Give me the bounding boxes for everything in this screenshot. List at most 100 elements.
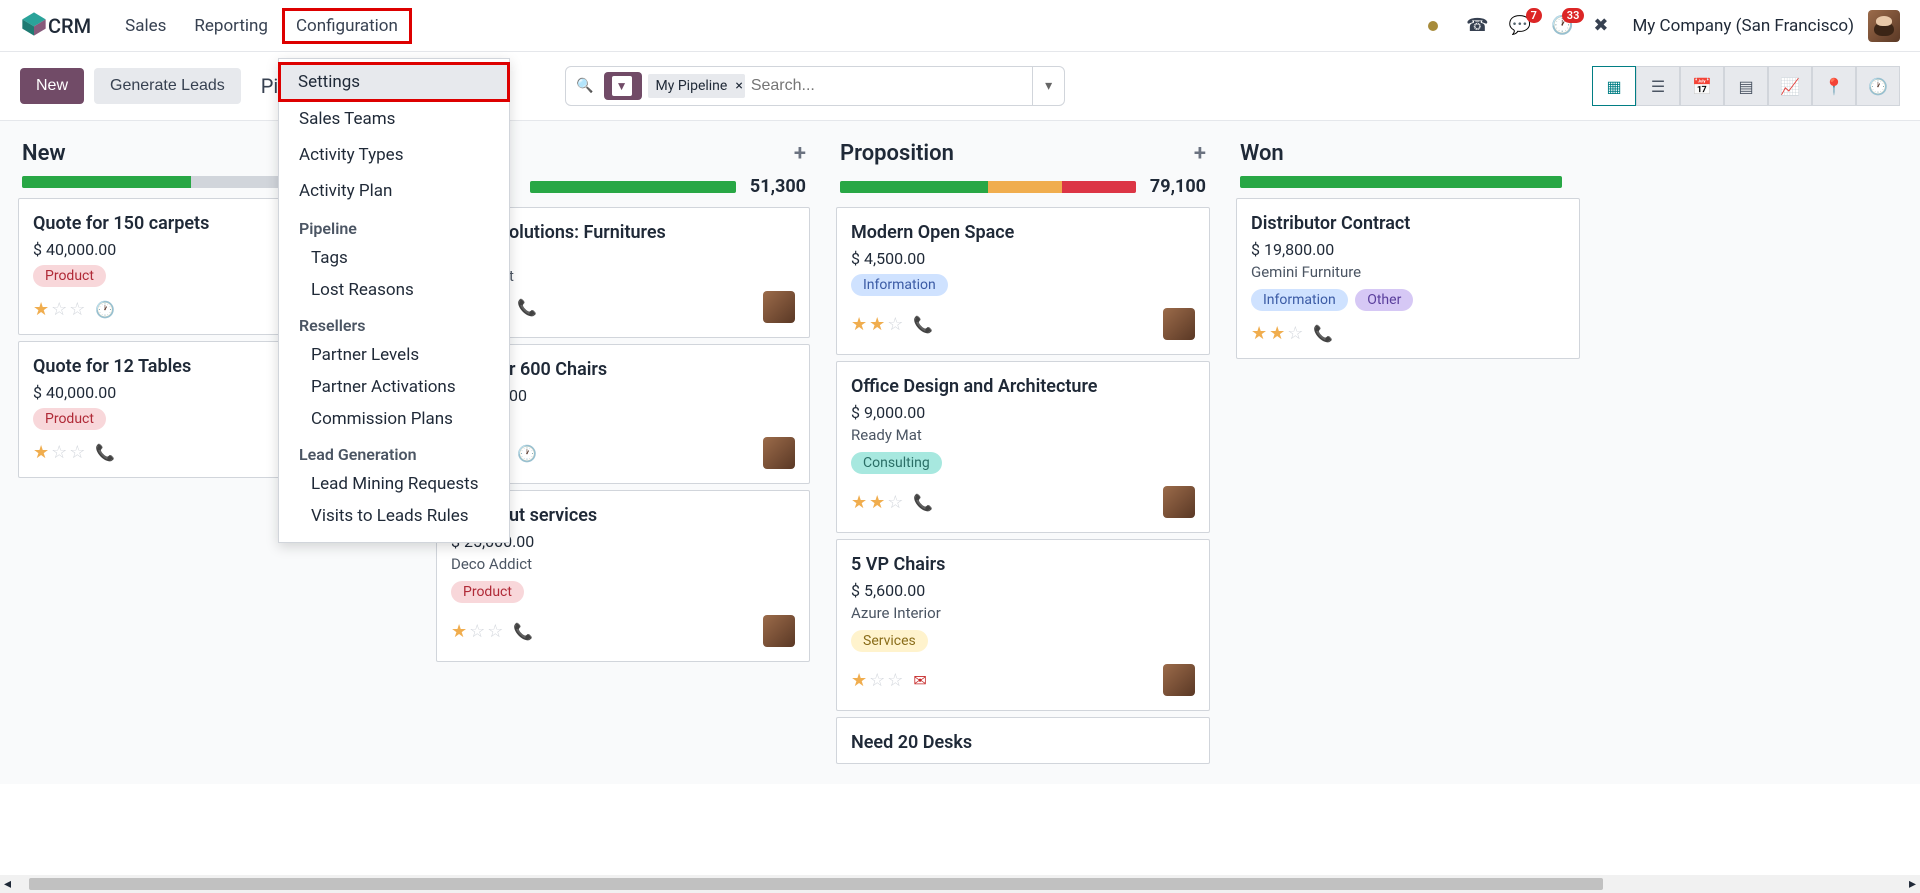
column-progress[interactable] bbox=[530, 181, 736, 193]
search-input[interactable] bbox=[745, 77, 1032, 95]
star-icon[interactable]: ☆ bbox=[887, 314, 903, 335]
star-icon[interactable]: ☆ bbox=[51, 442, 67, 463]
star-icon[interactable]: ★ bbox=[869, 492, 885, 513]
nav-configuration[interactable]: Configuration bbox=[282, 8, 412, 44]
clock-icon[interactable]: 🕐 bbox=[95, 300, 115, 319]
card-tag[interactable]: Services bbox=[851, 630, 928, 652]
column-progress[interactable] bbox=[1240, 176, 1562, 188]
phone-icon[interactable]: 📞 bbox=[913, 493, 933, 512]
card-tag[interactable]: Product bbox=[451, 581, 524, 603]
dropdown-visits-rules[interactable]: Visits to Leads Rules bbox=[279, 500, 509, 532]
scrollbar-thumb[interactable] bbox=[29, 878, 1603, 890]
view-activity[interactable]: 🕐 bbox=[1856, 66, 1900, 106]
avatar[interactable] bbox=[763, 437, 795, 469]
card-priority[interactable]: ★ ☆ ☆ 🕐 bbox=[33, 299, 115, 320]
star-icon[interactable]: ☆ bbox=[469, 621, 485, 642]
kanban-card[interactable]: Distributor Contract $ 19,800.00 Gemini … bbox=[1236, 198, 1580, 359]
view-list[interactable]: ☰ bbox=[1636, 66, 1680, 106]
nav-sales[interactable]: Sales bbox=[111, 8, 180, 44]
dropdown-activity-plan[interactable]: Activity Plan bbox=[279, 173, 509, 209]
star-icon[interactable]: ★ bbox=[869, 314, 885, 335]
voip-icon[interactable]: ☎ bbox=[1466, 15, 1488, 36]
card-tag[interactable]: Product bbox=[33, 408, 106, 430]
star-icon[interactable]: ★ bbox=[1251, 323, 1267, 344]
search-dropdown-icon[interactable]: ▾ bbox=[1032, 67, 1064, 105]
column-add-icon[interactable]: + bbox=[1194, 141, 1206, 166]
search-icon[interactable]: 🔍 bbox=[566, 78, 603, 94]
kanban-card[interactable]: Modern Open Space $ 4,500.00 Information… bbox=[836, 207, 1210, 355]
card-priority[interactable]: ★ ☆ ☆ 📞 bbox=[33, 442, 115, 463]
view-pivot[interactable]: ▤ bbox=[1724, 66, 1768, 106]
star-icon[interactable]: ★ bbox=[851, 670, 867, 691]
mail-icon[interactable]: ✉ bbox=[913, 671, 926, 690]
avatar[interactable] bbox=[1163, 486, 1195, 518]
view-calendar[interactable]: 📅 bbox=[1680, 66, 1724, 106]
star-icon[interactable]: ☆ bbox=[887, 670, 903, 691]
phone-icon[interactable]: 📞 bbox=[513, 622, 533, 641]
phone-icon[interactable]: 📞 bbox=[913, 315, 933, 334]
view-map[interactable]: 📍 bbox=[1812, 66, 1856, 106]
nav-reporting[interactable]: Reporting bbox=[180, 8, 282, 44]
column-title[interactable]: Proposition bbox=[840, 141, 954, 166]
kanban-card[interactable]: Office Design and Architecture $ 9,000.0… bbox=[836, 361, 1210, 533]
card-priority[interactable]: ★ ★ ☆ 📞 bbox=[851, 314, 933, 335]
avatar[interactable] bbox=[1163, 664, 1195, 696]
chip-remove-icon[interactable]: × bbox=[735, 78, 742, 94]
activities-icon[interactable]: 🕐33 bbox=[1551, 15, 1573, 36]
kanban-card[interactable]: 5 VP Chairs $ 5,600.00 Azure Interior Se… bbox=[836, 539, 1210, 711]
column-title[interactable]: New bbox=[22, 141, 66, 166]
generate-leads-button[interactable]: Generate Leads bbox=[94, 68, 241, 104]
dropdown-activity-types[interactable]: Activity Types bbox=[279, 137, 509, 173]
column-add-icon[interactable]: + bbox=[794, 141, 806, 166]
new-button[interactable]: New bbox=[20, 68, 84, 104]
dropdown-lost-reasons[interactable]: Lost Reasons bbox=[279, 274, 509, 306]
scroll-right-icon[interactable]: ▸ bbox=[1905, 876, 1920, 892]
card-priority[interactable]: ★ ★ ☆ 📞 bbox=[851, 492, 933, 513]
card-priority[interactable]: 📞 bbox=[509, 298, 537, 317]
star-icon[interactable]: ☆ bbox=[1287, 323, 1303, 344]
messages-icon[interactable]: 💬7 bbox=[1509, 15, 1531, 36]
column-title[interactable]: Won bbox=[1240, 141, 1284, 166]
kanban-card[interactable]: Need 20 Desks bbox=[836, 717, 1210, 764]
star-icon[interactable]: ☆ bbox=[869, 670, 885, 691]
star-icon[interactable]: ★ bbox=[851, 314, 867, 335]
column-progress[interactable] bbox=[840, 181, 1136, 193]
search-filter-chip[interactable]: ▼ bbox=[604, 72, 642, 100]
dropdown-tags[interactable]: Tags bbox=[279, 242, 509, 274]
star-icon[interactable]: ★ bbox=[851, 492, 867, 513]
phone-icon[interactable]: 📞 bbox=[95, 443, 115, 462]
star-icon[interactable]: ★ bbox=[451, 621, 467, 642]
dropdown-partner-levels[interactable]: Partner Levels bbox=[279, 339, 509, 371]
dropdown-sales-teams[interactable]: Sales Teams bbox=[279, 101, 509, 137]
scroll-left-icon[interactable]: ◂ bbox=[0, 876, 15, 892]
phone-icon[interactable]: 📞 bbox=[1313, 324, 1333, 343]
star-icon[interactable]: ★ bbox=[33, 442, 49, 463]
star-icon[interactable]: ☆ bbox=[69, 299, 85, 320]
view-graph[interactable]: 📈 bbox=[1768, 66, 1812, 106]
card-priority[interactable]: 🕐 bbox=[509, 444, 537, 463]
view-kanban[interactable]: ▦ bbox=[1592, 66, 1636, 106]
card-priority[interactable]: ★ ★ ☆ 📞 bbox=[1251, 323, 1333, 344]
clock-icon[interactable]: 🕐 bbox=[517, 444, 537, 463]
avatar[interactable] bbox=[763, 291, 795, 323]
dropdown-settings[interactable]: Settings bbox=[278, 62, 510, 102]
star-icon[interactable]: ☆ bbox=[51, 299, 67, 320]
star-icon[interactable]: ★ bbox=[1269, 323, 1285, 344]
avatar[interactable] bbox=[763, 615, 795, 647]
star-icon[interactable]: ☆ bbox=[887, 492, 903, 513]
card-tag[interactable]: Product bbox=[33, 265, 106, 287]
card-priority[interactable]: ★ ☆ ☆ ✉ bbox=[851, 670, 927, 691]
dropdown-lead-mining[interactable]: Lead Mining Requests bbox=[279, 468, 509, 500]
star-icon[interactable]: ☆ bbox=[69, 442, 85, 463]
dropdown-commission-plans[interactable]: Commission Plans bbox=[279, 403, 509, 435]
star-icon[interactable]: ★ bbox=[33, 299, 49, 320]
star-icon[interactable]: ☆ bbox=[487, 621, 503, 642]
card-priority[interactable]: ★ ☆ ☆ 📞 bbox=[451, 621, 533, 642]
card-tag[interactable]: Information bbox=[851, 274, 948, 296]
tools-icon[interactable]: ✖ bbox=[1593, 15, 1608, 36]
dropdown-partner-activations[interactable]: Partner Activations bbox=[279, 371, 509, 403]
status-indicator-icon[interactable] bbox=[1428, 21, 1438, 31]
search-box[interactable]: 🔍 ▼ My Pipeline × ▾ bbox=[565, 66, 1065, 106]
phone-icon[interactable]: 📞 bbox=[517, 298, 537, 317]
card-tag[interactable]: Information bbox=[1251, 289, 1348, 311]
